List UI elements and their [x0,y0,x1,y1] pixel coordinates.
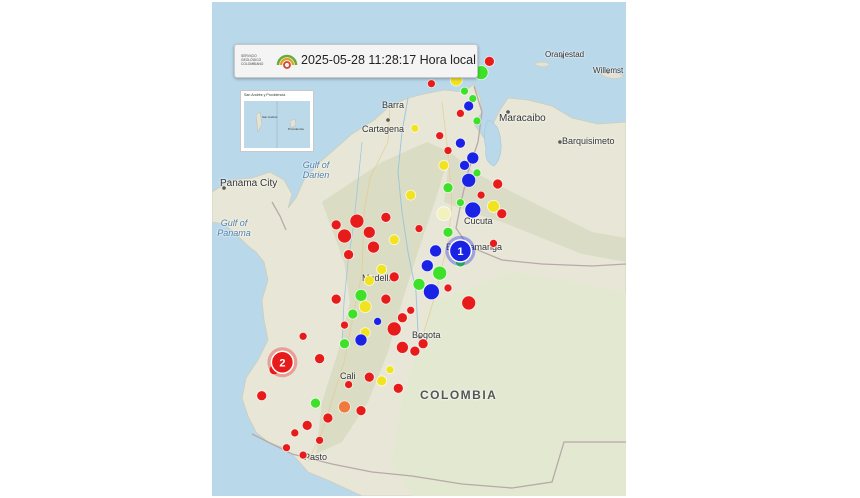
earthquake-marker[interactable] [314,353,325,365]
earthquake-marker[interactable] [429,244,443,258]
map-view[interactable]: Oranjestad Willemst Barra Cartagena Mara… [212,2,626,496]
earthquake-marker[interactable] [355,405,367,417]
earthquake-marker[interactable] [422,283,440,301]
logo-text: SERVICIO GEOLÓGICO COLOMBIANO [241,54,264,66]
earthquake-marker[interactable] [344,380,354,390]
earthquake-marker[interactable] [363,275,375,287]
earthquake-marker[interactable] [373,316,383,326]
earthquake-marker[interactable] [472,116,482,126]
earthquake-marker[interactable] [410,123,420,133]
earthquake-marker[interactable] [396,312,408,324]
earthquake-marker[interactable] [455,109,465,118]
earthquake-marker[interactable] [489,238,498,248]
earthquake-marker[interactable] [354,288,368,302]
earthquake-marker[interactable] [435,131,445,141]
logo-arc-icon [276,54,298,69]
earthquake-marker[interactable] [367,240,380,254]
earthquake-marker[interactable] [349,213,365,229]
earthquake-marker[interactable] [376,375,388,387]
earthquake-marker[interactable] [417,338,429,350]
earthquake-marker[interactable] [405,189,417,201]
earthquake-marker[interactable] [442,182,454,194]
inset-islands [255,101,297,148]
earthquake-marker[interactable] [376,263,388,275]
earthquake-marker[interactable] [463,100,475,112]
earthquake-marker[interactable] [443,146,453,156]
earthquake-marker[interactable] [347,308,359,320]
earthquake-marker[interactable] [492,178,504,190]
timestamp-header: SERVICIO GEOLÓGICO COLOMBIANO 2025-05-28… [234,44,478,78]
cluster-count: 1 [457,246,463,258]
earthquake-marker[interactable] [496,208,508,220]
earthquake-marker[interactable] [330,293,342,305]
earthquake-marker[interactable] [298,450,308,460]
earthquake-marker[interactable] [282,443,291,453]
earthquake-marker[interactable] [438,159,450,171]
earthquake-marker[interactable] [442,226,454,238]
earthquake-marker[interactable] [464,201,482,219]
earthquake-marker[interactable] [340,320,349,330]
inset-title: San Andrés y Providencia [244,93,286,97]
earthquake-marker[interactable] [483,56,495,67]
earthquake-marker[interactable] [380,211,392,223]
earthquake-marker[interactable] [380,293,392,305]
earthquake-marker[interactable] [337,228,352,244]
earthquake-marker[interactable] [409,345,421,357]
earthquake-marker[interactable] [363,371,375,383]
earthquake-marker[interactable] [256,390,268,402]
earthquake-marker[interactable] [386,321,402,337]
earthquake-marker[interactable] [455,198,465,208]
earthquake-marker[interactable] [443,283,453,293]
earthquake-marker[interactable] [412,277,426,291]
earthquake-marker[interactable] [310,397,321,409]
earthquake-marker[interactable] [362,225,376,239]
earthquake-marker[interactable] [339,338,350,350]
earthquake-marker[interactable] [395,340,409,354]
earthquake-marker[interactable] [476,190,486,200]
earthquake-marker[interactable] [343,249,355,261]
earthquake-marker[interactable] [298,331,308,341]
inset-body: San Andrés Providencia [244,101,310,148]
earthquake-marker[interactable] [358,300,372,314]
sgc-logo: SERVICIO GEOLÓGICO COLOMBIANO [239,49,299,73]
earthquake-marker[interactable] [426,79,436,89]
cluster-marker-2[interactable]: 2 [267,347,298,378]
earthquake-marker[interactable] [322,412,334,424]
earthquake-marker[interactable] [459,159,470,171]
earthquake-marker[interactable] [385,365,395,375]
inset-map-san-andres[interactable]: San Andrés y Providencia San Andrés Prov… [240,90,314,152]
earthquake-marker[interactable] [432,265,448,281]
earthquake-marker[interactable] [461,172,477,188]
earthquake-marker[interactable] [315,435,324,445]
earthquake-marker[interactable] [388,271,400,283]
earthquake-marker[interactable] [461,295,477,311]
earthquake-marker[interactable] [460,86,469,96]
inset-label-a: San Andrés [262,115,278,119]
earthquake-marker[interactable] [388,234,400,246]
earthquake-marker[interactable] [354,333,368,347]
timestamp: 2025-05-28 11:28:17 Hora local [301,53,476,67]
earthquake-marker[interactable] [290,428,300,438]
earthquake-marker[interactable] [392,382,404,394]
earthquake-marker[interactable] [406,305,416,315]
earthquake-marker[interactable] [436,206,452,222]
earthquake-marker[interactable] [454,137,466,149]
earthquake-marker[interactable] [414,224,424,234]
earthquake-marker[interactable] [420,259,434,273]
earthquake-marker[interactable] [338,400,351,414]
earthquake-marker[interactable] [301,419,313,431]
inset-label-b: Providencia [288,127,304,131]
earthquake-marker[interactable] [330,219,342,231]
cluster-marker-1[interactable]: 1 [445,235,476,266]
cluster-count: 2 [279,357,285,369]
